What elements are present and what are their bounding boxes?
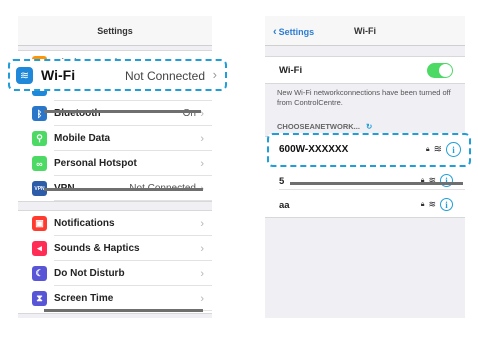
network-status-icons: 🔒︎ ≋ i [421,198,453,211]
settings-title: Settings [97,26,133,36]
settings-row-sounds-haptics[interactable]: ◂ Sounds & Haptics › [18,236,212,261]
moon-icon: ☾ [32,266,47,281]
chevron-right-icon: › [200,292,204,305]
wifi-signal-icon: ≋ [428,199,436,209]
network-name: 600W-XXXXXX [279,144,349,155]
wifi-header: ‹ Settings Wi-Fi [265,16,465,46]
bluetooth-icon: ᛒ [32,106,47,121]
settings-row-personal-hotspot[interactable]: ∞ Personal Hotspot › [18,151,212,176]
chevron-right-icon: › [200,267,204,280]
wifi-signal-icon: ≋ [433,144,442,155]
chevron-right-icon: › [200,157,204,170]
wifi-label: Wi-Fi [41,67,76,83]
settings-row-notifications[interactable]: ▣ Notifications › [18,211,212,236]
divider-bar [44,110,201,113]
wifi-toggle-label: Wi-Fi [279,65,303,76]
settings-row-do-not-disturb[interactable]: ☾ Do Not Disturb › [18,261,212,286]
network-row-highlight[interactable]: 600W-XXXXXX 🔒︎ ≋ i [267,133,471,167]
settings-row-label: Personal Hotspot [54,158,137,169]
wifi-icon: ≋ [16,67,33,84]
info-button[interactable]: i [440,174,453,187]
settings-row-label: Sounds & Haptics [54,243,140,254]
settings-row-label: Mobile Data [54,133,111,144]
divider-bar [290,182,463,185]
wifi-toggle-switch[interactable] [427,63,453,78]
wifi-page-title: Wi-Fi [354,26,376,36]
settings-row-bluetooth[interactable]: ᛒ Bluetooth On › [18,101,212,126]
network-name: 5 [279,176,285,187]
chevron-right-icon: › [200,217,204,230]
chevron-right-icon: › [212,67,217,82]
antenna-icon: ⚲ [32,131,47,146]
wifi-note: New Wi-Fi networkconnections have been t… [277,88,451,107]
settings-row-label: Notifications [54,218,115,229]
choose-network-text: CHOOSEANETWORK... [277,122,360,131]
info-button[interactable]: i [440,198,453,211]
settings-row-mobile-data[interactable]: ⚲ Mobile Data › [18,126,212,151]
wifi-toggle-group: Wi-Fi [265,56,465,84]
hourglass-icon: ⧗ [32,291,47,306]
settings-row-label: Do Not Disturb [54,268,125,279]
spinner-icon: ↻ [366,122,373,131]
notifications-group: ▣ Notifications › ◂ Sounds & Haptics › ☾ Do Not… [18,210,212,314]
settings-header: Settings [18,16,212,46]
notifications-icon: ▣ [32,216,47,231]
divider-bar [44,309,203,312]
choose-network-label: CHOOSEANETWORK... ↻ [277,122,372,131]
hotspot-icon: ∞ [32,156,47,171]
chevron-right-icon: › [200,242,204,255]
divider-bar [44,188,203,191]
network-status-icons: 🔒︎ ≋ i [426,142,461,157]
chevron-right-icon: › [200,132,204,145]
wifi-status: Not Connected [124,69,205,83]
settings-row-label: Screen Time [54,293,114,304]
wifi-panel: ‹ Settings Wi-Fi Wi-Fi New Wi-Fi network… [265,16,465,318]
lock-icon: 🔒︎ [425,145,430,153]
speaker-icon: ◂ [32,241,47,256]
lock-icon: 🔒︎ [420,200,425,208]
wifi-row-highlight[interactable]: ≋ Wi-Fi Not Connected › [8,59,227,91]
network-name: aa [279,200,290,211]
settings-row-screen-time[interactable]: ⧗ Screen Time › [18,286,212,311]
network-status-icons: 🔒︎ ≋ i [421,174,453,187]
info-button[interactable]: i [446,142,461,157]
